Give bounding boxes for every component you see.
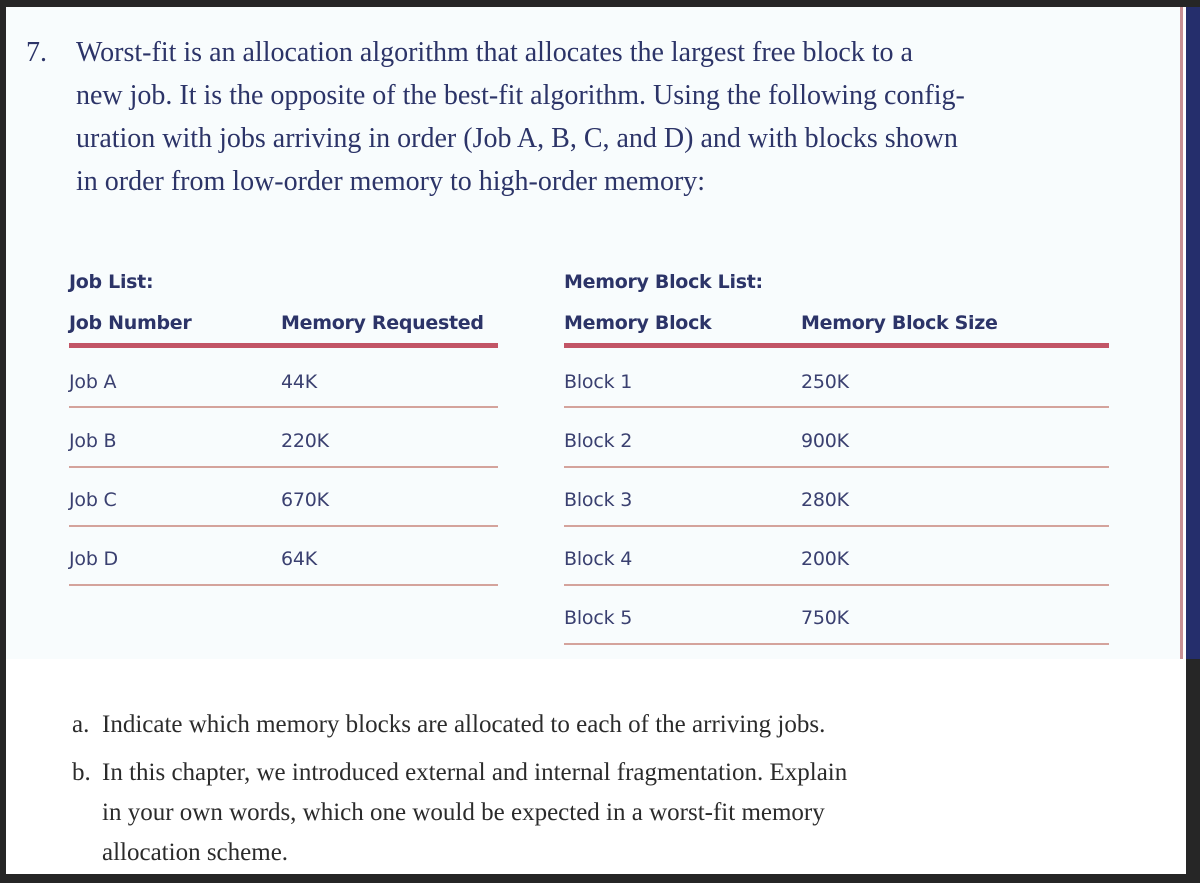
header-rule — [69, 343, 498, 348]
memory-block-size-header: Memory Block Size — [801, 312, 998, 334]
row-divider — [564, 643, 1109, 645]
job-number-header: Job Number — [69, 312, 192, 334]
subquestion-line: in your own words, which one would be ex… — [102, 799, 825, 826]
memory-requested-header: Memory Requested — [281, 312, 484, 334]
block-name-cell: Block 2 — [564, 430, 633, 452]
textbook-excerpt: 7. Worst-fit is an allocation algorithm … — [6, 7, 1182, 659]
job-name-cell: Job C — [69, 489, 117, 511]
question-line: uration with jobs arriving in order (Job… — [76, 123, 958, 154]
memory-block-header: Memory Block — [564, 312, 712, 334]
block-size-cell: 250K — [801, 371, 849, 393]
row-divider — [69, 584, 498, 586]
question-line: Worst-fit is an allocation algorithm tha… — [76, 37, 913, 68]
memory-requested-cell: 64K — [281, 548, 318, 570]
subquestion-b: b. In this chapter, we introduced extern… — [72, 753, 1072, 873]
job-name-cell: Job A — [69, 371, 117, 393]
row-divider — [564, 466, 1109, 468]
question-line: in order from low-order memory to high-o… — [76, 166, 706, 197]
page-edge-rule — [1180, 7, 1183, 659]
subquestion-line: In this chapter, we introduced external … — [102, 759, 848, 786]
block-size-cell: 280K — [801, 489, 849, 511]
row-divider — [69, 406, 498, 408]
document-page: 7. Worst-fit is an allocation algorithm … — [6, 7, 1186, 874]
block-name-cell: Block 5 — [564, 607, 633, 629]
memory-requested-cell: 220K — [281, 430, 329, 452]
subquestion-line: allocation scheme. — [102, 839, 289, 866]
header-rule — [564, 343, 1109, 348]
block-size-cell: 200K — [801, 548, 849, 570]
question-number: 7. — [26, 37, 47, 68]
question-7: 7. Worst-fit is an allocation algorithm … — [26, 31, 1156, 203]
block-name-cell: Block 4 — [564, 548, 633, 570]
subquestion-label: a. — [72, 711, 90, 738]
question-line: new job. It is the opposite of the best-… — [76, 80, 965, 111]
block-size-cell: 750K — [801, 607, 849, 629]
side-color-stripe — [1186, 7, 1200, 659]
memory-requested-cell: 44K — [281, 371, 318, 393]
memory-requested-cell: 670K — [281, 489, 329, 511]
memory-block-list-title: Memory Block List: — [564, 271, 763, 293]
subquestion-label: b. — [72, 759, 91, 786]
subquestion-line: Indicate which memory blocks are allocat… — [102, 711, 826, 738]
job-name-cell: Job B — [69, 430, 117, 452]
subquestion-a: a. Indicate which memory blocks are allo… — [72, 705, 1072, 745]
block-name-cell: Block 3 — [564, 489, 633, 511]
row-divider — [564, 584, 1109, 586]
block-size-cell: 900K — [801, 430, 849, 452]
row-divider — [69, 466, 498, 468]
block-name-cell: Block 1 — [564, 371, 633, 393]
job-name-cell: Job D — [69, 548, 118, 570]
job-list-title: Job List: — [69, 271, 154, 293]
row-divider — [564, 525, 1109, 527]
row-divider — [69, 525, 498, 527]
row-divider — [564, 406, 1109, 408]
